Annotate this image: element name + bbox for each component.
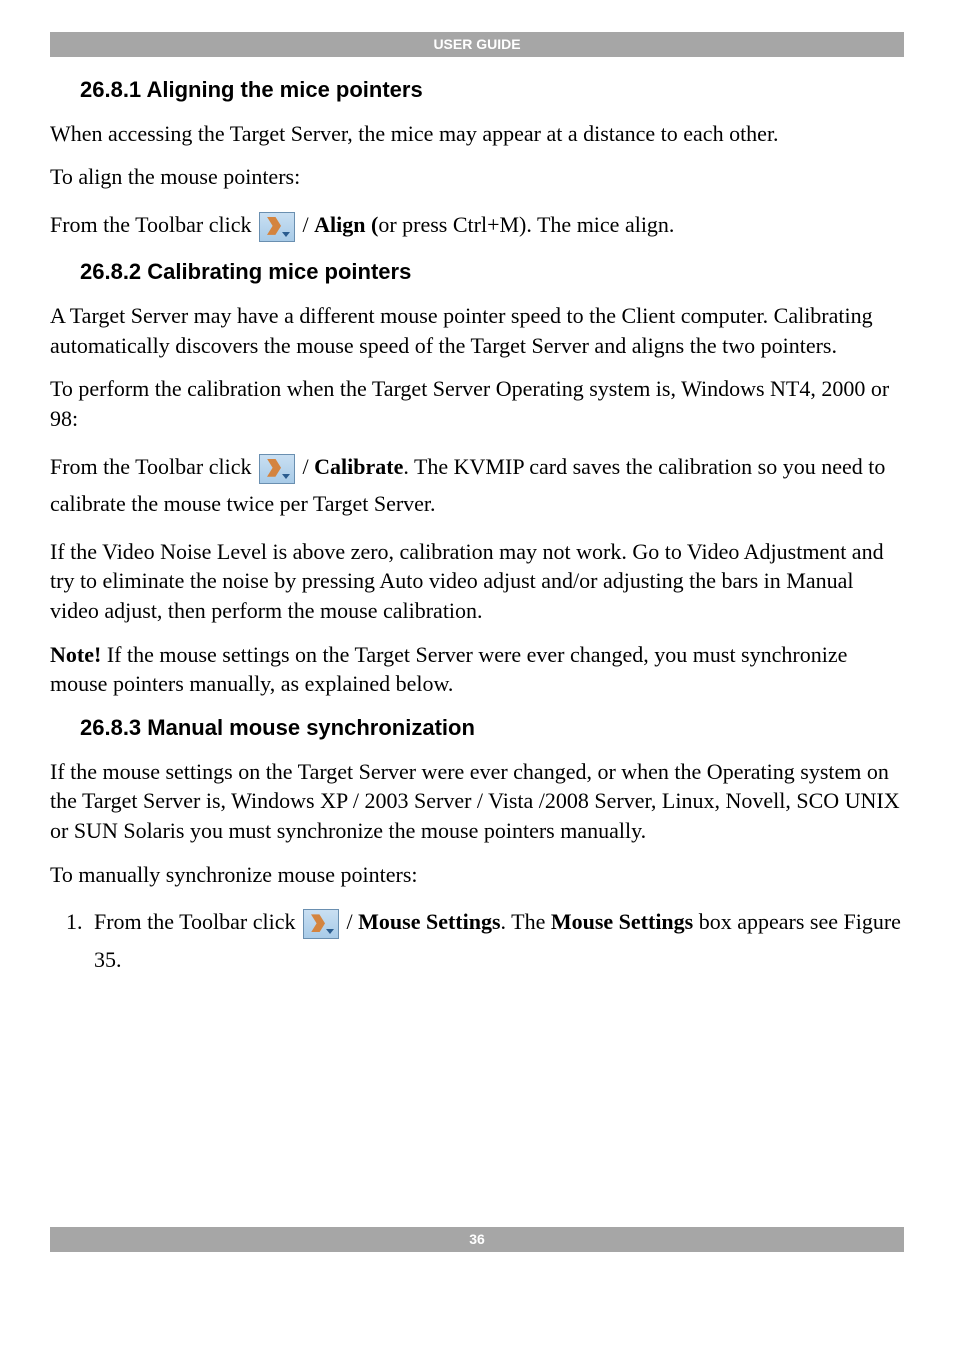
s1-p3: From the Toolbar click / Align (or press… bbox=[50, 206, 904, 243]
s2-p4: If the Video Noise Level is above zero, … bbox=[50, 537, 904, 626]
s3-li1-prefix: From the Toolbar click bbox=[94, 909, 301, 934]
s3-li1-slash: / bbox=[347, 909, 359, 934]
footer-bar: 36 bbox=[50, 1227, 904, 1252]
s3-p2: To manually synchronize mouse pointers: bbox=[50, 860, 904, 890]
s1-align-label: Align ( bbox=[314, 212, 378, 237]
s2-p3: From the Toolbar click / Calibrate. The … bbox=[50, 448, 904, 523]
mouse-toolbar-icon bbox=[303, 909, 339, 939]
s2-p5: Note! If the mouse settings on the Targe… bbox=[50, 640, 904, 699]
heading-26-8-2: 26.8.2 Calibrating mice pointers bbox=[80, 257, 904, 287]
s3-li1: From the Toolbar click / Mouse Settings.… bbox=[88, 903, 904, 978]
s1-p3-prefix: From the Toolbar click bbox=[50, 212, 257, 237]
s2-p2: To perform the calibration when the Targ… bbox=[50, 374, 904, 433]
body-content: USER GUIDE 26.8.1 Aligning the mice poin… bbox=[50, 32, 904, 1227]
s1-p3-suffix: or press Ctrl+M). The mice align. bbox=[378, 212, 674, 237]
mouse-toolbar-icon bbox=[259, 212, 295, 242]
header-title: USER GUIDE bbox=[433, 36, 520, 52]
s1-p2: To align the mouse pointers: bbox=[50, 162, 904, 192]
mouse-toolbar-icon bbox=[259, 454, 295, 484]
s2-p1: A Target Server may have a different mou… bbox=[50, 301, 904, 360]
s2-p3-prefix: From the Toolbar click bbox=[50, 454, 257, 479]
s2-p5-body: If the mouse settings on the Target Serv… bbox=[50, 642, 847, 697]
s1-p3-slash: / bbox=[303, 212, 315, 237]
s3-p1: If the mouse settings on the Target Serv… bbox=[50, 757, 904, 846]
page-number: 36 bbox=[469, 1231, 485, 1247]
s3-mouse-settings-label-1: Mouse Settings bbox=[358, 909, 500, 934]
s2-note-label: Note! bbox=[50, 642, 101, 667]
header-bar: USER GUIDE bbox=[50, 32, 904, 57]
s3-mouse-settings-label-2: Mouse Settings bbox=[551, 909, 693, 934]
page-container: USER GUIDE 26.8.1 Aligning the mice poin… bbox=[50, 32, 904, 1252]
s1-p1: When accessing the Target Server, the mi… bbox=[50, 119, 904, 149]
s3-li1-mid: . The bbox=[501, 909, 551, 934]
s2-p3-slash: / bbox=[303, 454, 315, 479]
heading-26-8-1: 26.8.1 Aligning the mice pointers bbox=[80, 75, 904, 105]
heading-26-8-3: 26.8.3 Manual mouse synchronization bbox=[80, 713, 904, 743]
s2-calibrate-label: Calibrate bbox=[314, 454, 403, 479]
s3-ordered-list: From the Toolbar click / Mouse Settings.… bbox=[68, 903, 904, 978]
